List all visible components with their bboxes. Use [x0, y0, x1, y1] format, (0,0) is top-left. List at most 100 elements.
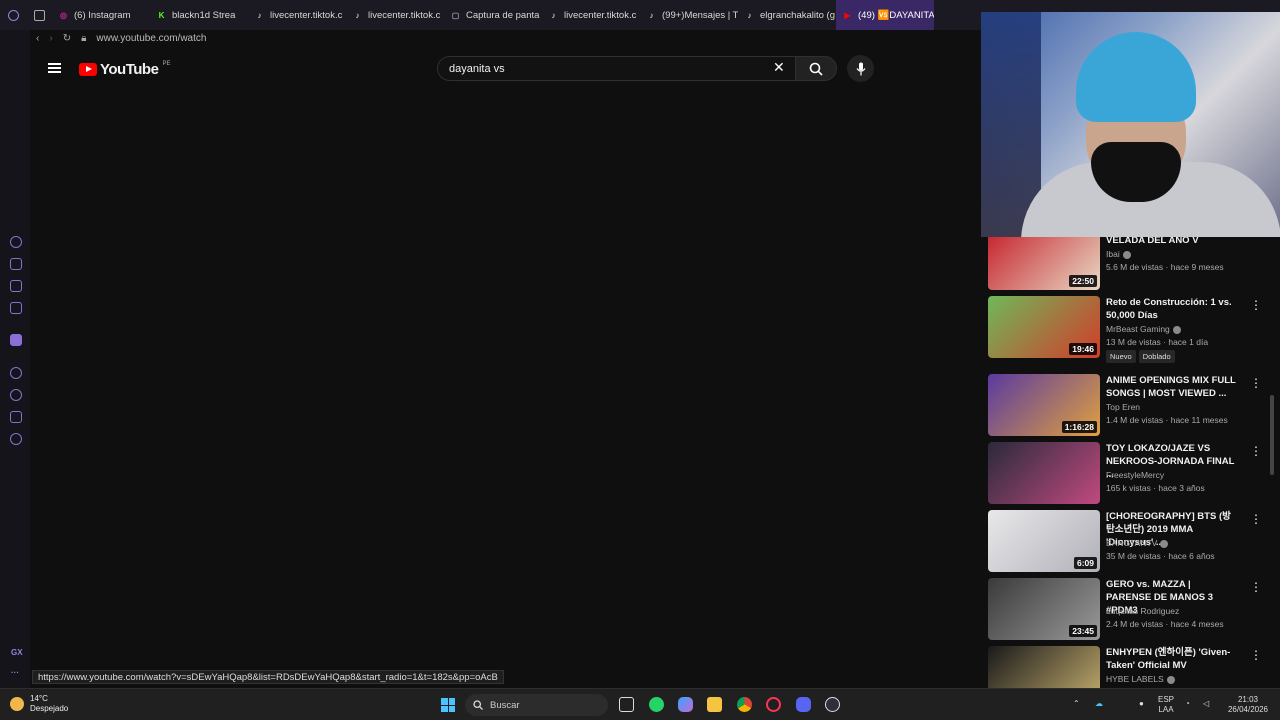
- language-indicator[interactable]: ESP LAA: [1158, 695, 1174, 715]
- messenger-icon[interactable]: [10, 302, 22, 314]
- video-thumbnail[interactable]: [988, 646, 1100, 688]
- hamburger-icon[interactable]: [48, 63, 61, 73]
- recommendations-scrollbar[interactable]: [1270, 395, 1274, 475]
- whatsapp-icon[interactable]: [649, 697, 664, 712]
- task-view-icon[interactable]: [619, 697, 634, 712]
- taskbar-search[interactable]: Buscar: [465, 694, 608, 716]
- video-title[interactable]: Reto de Construcción: 1 vs. 50,000 Días: [1106, 296, 1236, 322]
- youtube-logo[interactable]: YouTube PE: [79, 61, 170, 78]
- kebab-icon[interactable]: ⋮: [1250, 299, 1262, 311]
- link-status-tooltip: https://www.youtube.com/watch?v=sDEwYaHQ…: [32, 670, 504, 684]
- onedrive-icon[interactable]: ☁: [1095, 699, 1103, 709]
- wifi-icon[interactable]: ◔: [1185, 699, 1190, 709]
- volume-icon[interactable]: ◁: [1203, 699, 1209, 709]
- browser-tab[interactable]: ♪ (99+)Mensajes | T: [640, 0, 739, 30]
- kebab-icon[interactable]: ⋮: [1250, 377, 1262, 389]
- windows-icon[interactable]: [441, 698, 455, 712]
- forward-icon[interactable]: ›: [49, 33, 52, 44]
- tab-label: Captura de panta: [466, 9, 540, 21]
- browser-tab[interactable]: ♪ livecenter.tiktok.c: [542, 0, 640, 30]
- webcam-overlay: [981, 12, 1280, 237]
- browser-tab[interactable]: ▢ Captura de panta: [444, 0, 542, 30]
- channel-name-row[interactable]: BANGTANTV: [1106, 538, 1169, 548]
- channel-name[interactable]: Luquitas Rodriguez: [1106, 606, 1179, 616]
- search-input[interactable]: dayanita vs: [437, 56, 797, 81]
- close-icon[interactable]: ✕: [773, 60, 785, 74]
- opera-gx-icon[interactable]: [766, 697, 781, 712]
- chrome-icon[interactable]: [737, 697, 752, 712]
- browser-tab[interactable]: ♪ elgranchakalito (g: [738, 0, 836, 30]
- tray-chevron-icon[interactable]: ⌃: [1073, 699, 1080, 709]
- kebab-icon[interactable]: ⋮: [1250, 581, 1262, 593]
- kebab-icon[interactable]: ⋮: [1250, 649, 1262, 661]
- channel-name[interactable]: Ibai: [1106, 249, 1120, 259]
- url-text[interactable]: www.youtube.com/watch: [96, 33, 206, 44]
- copilot-icon[interactable]: [678, 697, 693, 712]
- channel-name[interactable]: FreestyleMercy: [1106, 470, 1164, 480]
- workspace-button[interactable]: [26, 0, 52, 30]
- weather-condition: Despejado: [30, 704, 69, 713]
- kebab-icon[interactable]: ⋮: [1250, 445, 1262, 457]
- tab-favicon-icon: ▶: [844, 10, 851, 20]
- channel-name-row[interactable]: Ibai: [1106, 249, 1131, 259]
- history-icon[interactable]: [10, 389, 22, 401]
- video-thumbnail[interactable]: 19:46: [988, 296, 1100, 358]
- extensions-icon[interactable]: [10, 411, 22, 423]
- video-thumbnail[interactable]: 23:45: [988, 578, 1100, 640]
- settings-icon[interactable]: [10, 433, 22, 445]
- channel-name[interactable]: Top Eren: [1106, 402, 1140, 412]
- video-duration: 1:16:28: [1061, 421, 1097, 433]
- video-thumbnail[interactable]: [988, 442, 1100, 504]
- video-badge: Doblado: [1138, 350, 1175, 363]
- recommendations-list: 22:50 VELADA DEL AÑO V Ibai 5.6 M de vistas…: [981, 237, 1280, 688]
- windows-taskbar: 14°C Despejado Buscar ⌃ ☁ ● ESP LAA ◔ ◁ …: [0, 688, 1280, 720]
- browser-tab[interactable]: ◎ (6) Instagram: [52, 0, 150, 30]
- video-title[interactable]: VELADA DEL AÑO V: [1106, 237, 1236, 247]
- browser-tab[interactable]: Kblackn1d Strea: [150, 0, 248, 30]
- channel-name[interactable]: MrBeast Gaming: [1106, 324, 1170, 334]
- mic-icon[interactable]: ●: [1139, 699, 1144, 709]
- search-button[interactable]: [795, 56, 837, 81]
- aria-icon[interactable]: [10, 236, 22, 248]
- tab-label: (6) Instagram: [74, 9, 131, 21]
- search-icon: [809, 62, 823, 76]
- snapshot-icon[interactable]: [10, 280, 22, 292]
- weather-temp: 14°C: [30, 694, 48, 703]
- video-thumbnail[interactable]: 22:50: [988, 237, 1100, 290]
- reload-icon[interactable]: ↻: [63, 33, 71, 44]
- weather-widget[interactable]: 14°C Despejado: [10, 694, 68, 714]
- video-thumbnail[interactable]: 1:16:28: [988, 374, 1100, 436]
- voice-search-button[interactable]: [847, 55, 874, 82]
- more-icon[interactable]: ···: [11, 668, 19, 677]
- bag-icon[interactable]: [10, 258, 22, 270]
- video-meta: 165 k vistas · hace 3 años: [1106, 483, 1205, 493]
- channel-name[interactable]: BANGTANTV: [1106, 538, 1157, 548]
- video-meta: 1.4 M de vistas · hace 11 meses: [1106, 415, 1228, 425]
- channel-name[interactable]: HYBE LABELS: [1106, 674, 1164, 684]
- discord-icon[interactable]: [796, 697, 811, 712]
- channel-name-row[interactable]: FreestyleMercy: [1106, 470, 1164, 480]
- file-explorer-icon[interactable]: [707, 697, 722, 712]
- video-title[interactable]: ENHYPEN (엔하이픈) 'Given-Taken' Official MV: [1106, 646, 1236, 672]
- obs-icon[interactable]: [825, 697, 840, 712]
- twitch-icon[interactable]: [10, 334, 22, 346]
- opera-menu-button[interactable]: [0, 0, 26, 30]
- browser-tab[interactable]: ♪ livecenter.tiktok.c: [346, 0, 444, 30]
- clock[interactable]: 21:03 26/04/2026: [1223, 695, 1273, 715]
- video-thumbnail[interactable]: 6:09: [988, 510, 1100, 572]
- youtube-logo-text: YouTube: [100, 61, 159, 78]
- browser-tab[interactable]: ▶ (49) 🆚DAYANITA 🆚 VS: [836, 0, 934, 30]
- player-icon[interactable]: [10, 367, 22, 379]
- video-duration: 19:46: [1069, 343, 1097, 355]
- browser-tab[interactable]: ♪ livecenter.tiktok.c: [248, 0, 346, 30]
- channel-name-row[interactable]: HYBE LABELS: [1106, 674, 1175, 684]
- video-title[interactable]: ANIME OPENINGS MIX FULL SONGS | MOST VIE…: [1106, 374, 1236, 400]
- channel-name-row[interactable]: MrBeast Gaming: [1106, 324, 1181, 334]
- back-icon[interactable]: ‹: [36, 33, 39, 44]
- channel-name-row[interactable]: Top Eren: [1106, 402, 1140, 412]
- search-icon: [473, 700, 483, 710]
- channel-name-row[interactable]: Luquitas Rodriguez: [1106, 606, 1179, 616]
- tab-favicon-icon: ♪: [747, 10, 752, 20]
- gx-icon[interactable]: GX: [11, 648, 23, 657]
- kebab-icon[interactable]: ⋮: [1250, 513, 1262, 525]
